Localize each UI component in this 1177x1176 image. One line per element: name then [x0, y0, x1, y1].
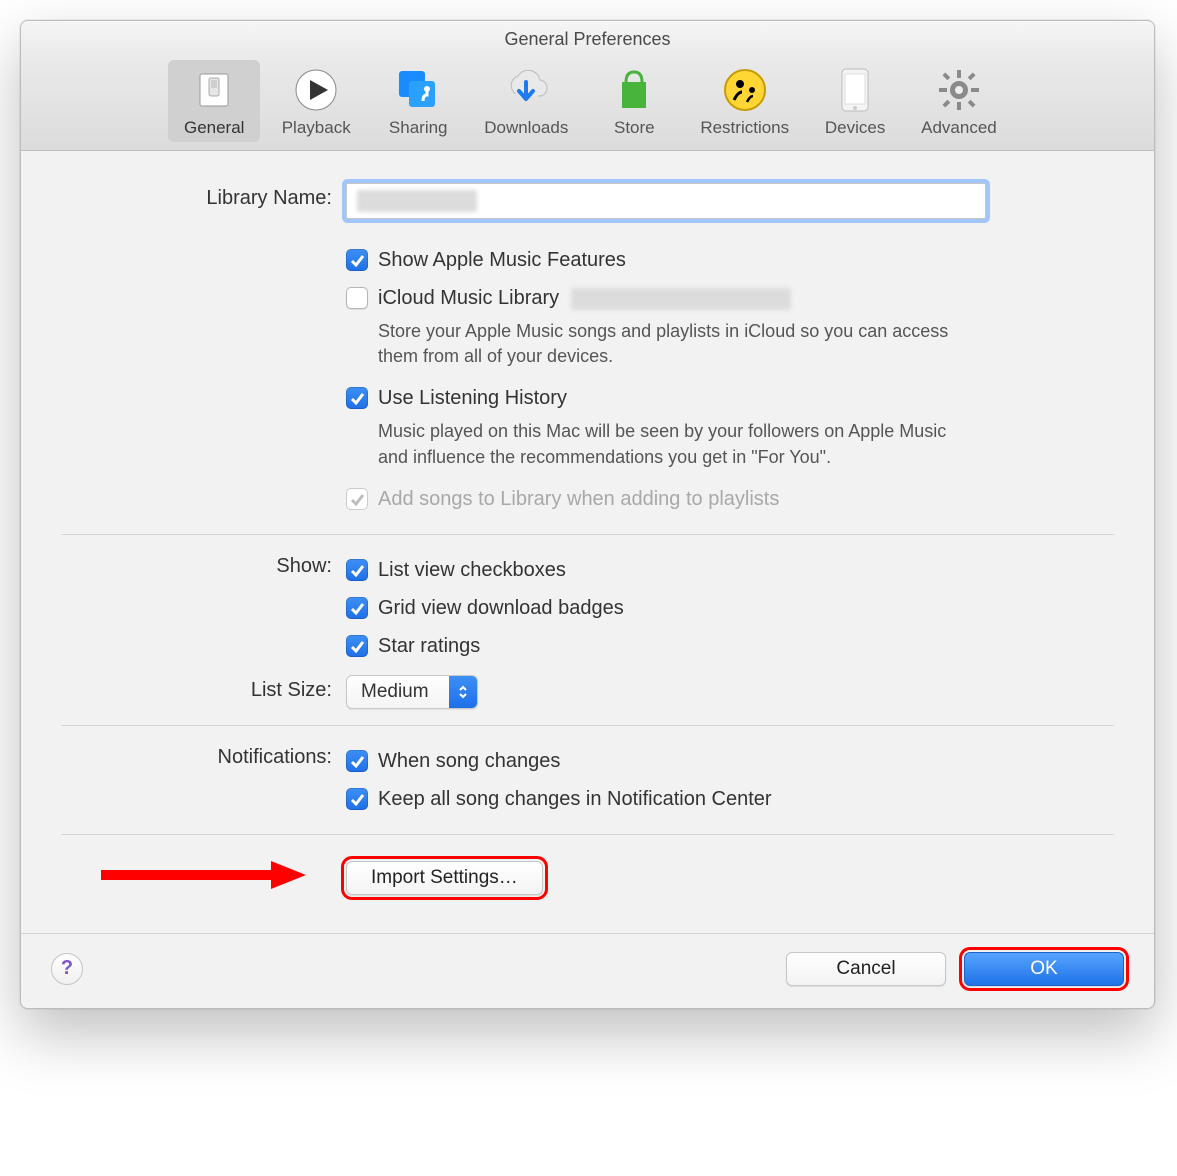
restrictions-icon	[721, 66, 769, 114]
dialog-footer: ? Cancel OK	[21, 933, 1154, 1008]
general-icon	[190, 66, 238, 114]
separator	[61, 834, 1114, 835]
tab-label: Store	[614, 118, 655, 138]
tab-label: Playback	[282, 118, 351, 138]
store-icon	[610, 66, 658, 114]
cancel-button[interactable]: Cancel	[786, 952, 946, 986]
sharing-icon	[394, 66, 442, 114]
tab-label: Sharing	[389, 118, 448, 138]
star-ratings-checkbox[interactable]	[346, 635, 368, 657]
tab-label: Restrictions	[700, 118, 789, 138]
add-songs-checkbox	[346, 488, 368, 510]
preferences-window: General Preferences General Playback Sha…	[20, 20, 1155, 1009]
separator	[61, 534, 1114, 535]
listening-history-checkbox[interactable]	[346, 387, 368, 409]
icloud-library-label: iCloud Music Library	[378, 285, 791, 311]
list-view-checkboxes-checkbox[interactable]	[346, 559, 368, 581]
import-settings-button[interactable]: Import Settings…	[346, 861, 543, 895]
song-changes-checkbox[interactable]	[346, 750, 368, 772]
tab-playback[interactable]: Playback	[270, 60, 362, 142]
separator	[61, 725, 1114, 726]
gear-icon	[935, 66, 983, 114]
tab-label: Devices	[825, 118, 885, 138]
grid-badges-checkbox[interactable]	[346, 597, 368, 619]
annotation-arrow-icon	[101, 855, 311, 895]
library-name-input[interactable]	[346, 183, 986, 219]
chevron-up-down-icon	[449, 676, 477, 708]
tab-label: General	[184, 118, 244, 138]
library-name-label: Library Name:	[61, 183, 346, 219]
keep-in-center-label: Keep all song changes in Notification Ce…	[378, 786, 772, 812]
show-apple-music-checkbox[interactable]	[346, 249, 368, 271]
preferences-toolbar: General Playback Sharing Downloads	[21, 56, 1154, 151]
general-pane: Library Name: Show Apple Music Features …	[21, 151, 1154, 933]
tab-general[interactable]: General	[168, 60, 260, 142]
play-icon	[292, 66, 340, 114]
icloud-library-checkbox[interactable]	[346, 287, 368, 309]
ok-button[interactable]: OK	[964, 952, 1124, 986]
tab-store[interactable]: Store	[588, 60, 680, 142]
list-size-select[interactable]: Medium	[346, 675, 478, 709]
tab-devices[interactable]: Devices	[809, 60, 901, 142]
list-view-checkboxes-label: List view checkboxes	[378, 557, 566, 583]
icloud-library-description: Store your Apple Music songs and playlis…	[346, 317, 966, 379]
notifications-label: Notifications:	[61, 742, 346, 818]
tab-advanced[interactable]: Advanced	[911, 60, 1007, 142]
list-size-label: List Size:	[61, 675, 346, 709]
list-size-value: Medium	[347, 681, 449, 703]
star-ratings-label: Star ratings	[378, 633, 480, 659]
window-title: General Preferences	[21, 21, 1154, 56]
redacted-text	[357, 190, 477, 212]
grid-badges-label: Grid view download badges	[378, 595, 624, 621]
show-label: Show:	[61, 551, 346, 665]
help-button[interactable]: ?	[51, 953, 83, 985]
tab-label: Downloads	[484, 118, 568, 138]
tab-downloads[interactable]: Downloads	[474, 60, 578, 142]
song-changes-label: When song changes	[378, 748, 560, 774]
keep-in-center-checkbox[interactable]	[346, 788, 368, 810]
download-icon	[502, 66, 550, 114]
listening-history-description: Music played on this Mac will be seen by…	[346, 417, 966, 479]
tab-sharing[interactable]: Sharing	[372, 60, 464, 142]
device-icon	[831, 66, 879, 114]
show-apple-music-label: Show Apple Music Features	[378, 247, 626, 273]
redacted-text	[571, 288, 791, 310]
tab-restrictions[interactable]: Restrictions	[690, 60, 799, 142]
add-songs-label: Add songs to Library when adding to play…	[378, 486, 779, 512]
tab-label: Advanced	[921, 118, 997, 138]
listening-history-label: Use Listening History	[378, 385, 567, 411]
